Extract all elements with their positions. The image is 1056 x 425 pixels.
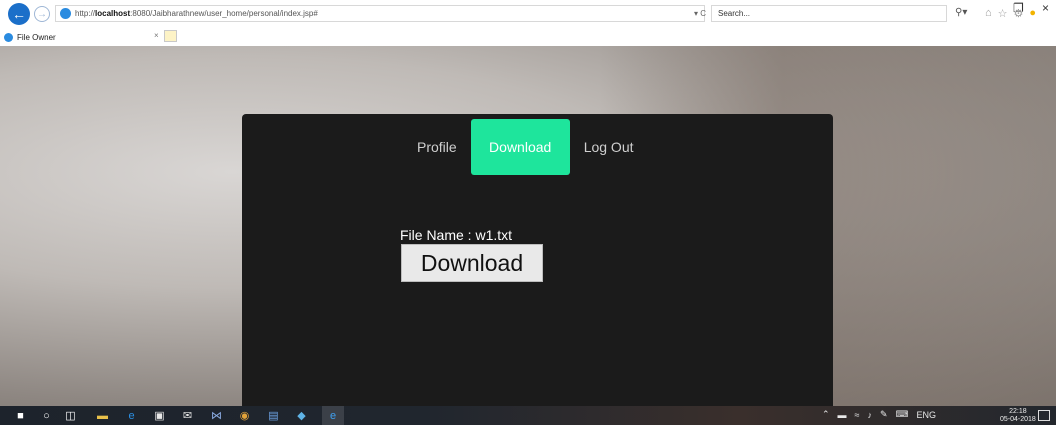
new-tab-button[interactable] xyxy=(164,30,177,42)
nav-log-out[interactable]: Log Out xyxy=(570,119,648,175)
task-view-icon[interactable]: ◫ xyxy=(64,409,77,422)
mail-icon[interactable]: ✉ xyxy=(181,409,194,422)
address-bar[interactable]: http:// localhost :8080/Jaibharathnew/us… xyxy=(55,5,705,22)
search-placeholder: Search... xyxy=(718,9,751,18)
search-icon[interactable]: ⚲▾ xyxy=(955,7,967,18)
download-button[interactable]: Download xyxy=(401,244,543,282)
chrome-icon[interactable]: ◉ xyxy=(238,409,251,422)
page-viewport: Profile Download Log Out File Name : w1.… xyxy=(0,46,1056,406)
tab-close-icon[interactable]: × xyxy=(154,31,159,40)
toolbar-icons: ⌂ ☆ ⚙ ● xyxy=(985,7,1036,20)
app-cube-icon[interactable]: ◆ xyxy=(295,409,308,422)
notifications-icon[interactable] xyxy=(1038,410,1050,421)
tab-file-owner[interactable]: File Owner × xyxy=(4,30,184,45)
tab-title: File Owner xyxy=(17,33,56,42)
store-icon[interactable]: ▣ xyxy=(153,409,166,422)
clock-date: 05-04-2018 xyxy=(1000,416,1036,423)
nav-profile[interactable]: Profile xyxy=(403,119,471,175)
battery-icon[interactable]: ▬ xyxy=(838,410,847,420)
browser-chrome: ← → http:// localhost :8080/Jaibharathne… xyxy=(0,0,1056,46)
system-tray: ⌃ ▬ ≈ ♪ ✎ ⌨ ENG xyxy=(822,409,936,420)
windows-start-icon[interactable]: ■ xyxy=(14,409,27,422)
edge-browser-icon[interactable]: e xyxy=(125,409,138,422)
ie-page-icon xyxy=(60,8,71,19)
app-bowtie-icon[interactable]: ⋈ xyxy=(210,409,223,422)
refresh-icon: ▾ C xyxy=(693,9,706,18)
url-prefix: http:// xyxy=(75,9,96,18)
search-input[interactable]: Search... xyxy=(711,5,947,22)
favorites-star-icon[interactable]: ☆ xyxy=(998,7,1008,20)
content-panel: Profile Download Log Out File Name : w1.… xyxy=(242,114,833,406)
clock-time: 22:18 xyxy=(1009,408,1027,415)
pen-icon[interactable]: ✎ xyxy=(880,409,888,420)
taskbar: ■ ○ ◫ ▬ e ▣ ✉ ⋈ ◉ ▤ ◆ e ⌃ ▬ ≈ ♪ ✎ ⌨ ENG … xyxy=(0,406,1056,425)
feedback-smile-icon[interactable]: ● xyxy=(1029,7,1036,20)
cortana-search-icon[interactable]: ○ xyxy=(40,409,53,422)
url-path: :8080/Jaibharathnew/user_home/personal/i… xyxy=(130,9,318,18)
close-window-icon[interactable]: × xyxy=(1042,1,1049,15)
ie-tab-icon xyxy=(4,33,13,42)
home-icon[interactable]: ⌂ xyxy=(985,7,992,20)
wifi-icon[interactable]: ≈ xyxy=(855,410,860,420)
forward-arrow-icon[interactable]: → xyxy=(34,6,50,22)
file-name-label: File Name : w1.txt xyxy=(400,227,513,243)
settings-gear-icon[interactable]: ⚙ xyxy=(1014,7,1024,20)
internet-explorer-icon[interactable]: e xyxy=(322,406,344,425)
language-indicator[interactable]: ENG xyxy=(917,410,937,420)
nav-download[interactable]: Download xyxy=(470,119,570,175)
app-window-icon[interactable]: ▤ xyxy=(267,409,280,422)
url-host: localhost xyxy=(95,9,131,18)
back-arrow-icon[interactable]: ← xyxy=(8,3,30,25)
keyboard-icon[interactable]: ⌨ xyxy=(896,409,909,420)
clock[interactable]: 22:18 05-04-2018 xyxy=(1000,408,1036,424)
refresh-button[interactable]: ▾ C xyxy=(670,5,710,22)
file-explorer-icon[interactable]: ▬ xyxy=(96,409,109,422)
volume-icon[interactable]: ♪ xyxy=(868,410,873,420)
tray-expand-icon[interactable]: ⌃ xyxy=(822,409,830,420)
top-nav: Profile Download Log Out xyxy=(403,119,648,175)
